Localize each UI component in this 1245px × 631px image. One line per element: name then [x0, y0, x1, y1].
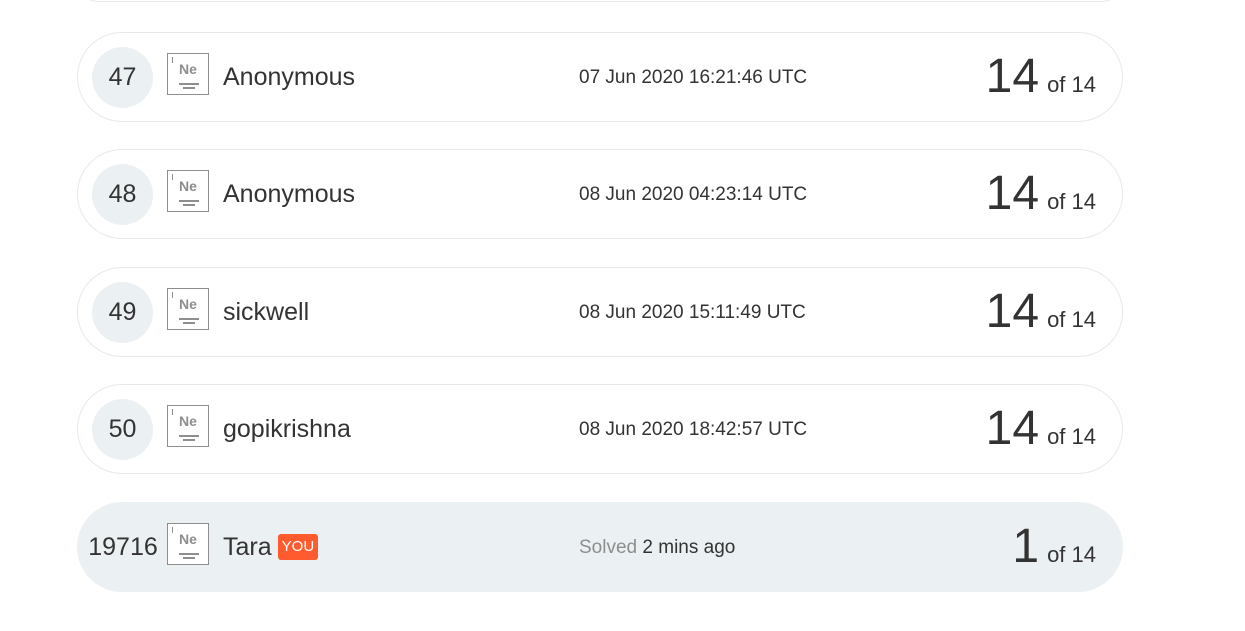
solve-timestamp: 08 Jun 2020 18:42:57 UTC — [579, 419, 808, 440]
element-badge-icon: Ne — [167, 405, 209, 447]
solve-timestamp: 07 Jun 2020 16:21:46 UTC — [579, 67, 808, 88]
solved-time: 2 mins ago — [642, 537, 736, 558]
score: 14 of 14 — [986, 164, 1096, 232]
rank-number: 48 — [92, 164, 153, 225]
score-value: 14 — [985, 167, 1040, 220]
player-name[interactable]: Anonymous — [223, 61, 355, 93]
element-badge-icon: Ne — [167, 523, 209, 565]
leaderboard: 47 Ne Anonymous 07 Jun 2020 16:21:46 UTC… — [0, 0, 1245, 631]
score: 14 of 14 — [986, 399, 1096, 467]
leaderboard-row[interactable]: 50 Ne gopikrishna 08 Jun 2020 18:42:57 U… — [77, 384, 1123, 474]
my-leaderboard-row[interactable]: 19716 Ne Tara YOU Solved 2 mins ago 1 of… — [77, 502, 1123, 592]
element-badge-icon: Ne — [167, 288, 209, 330]
player-name[interactable]: Anonymous — [223, 178, 355, 210]
score-total: of 14 — [1047, 424, 1096, 449]
solved-status: Solved 2 mins ago — [579, 536, 735, 560]
score-total: of 14 — [1047, 307, 1096, 332]
score-value: 14 — [985, 50, 1040, 103]
element-badge-icon: Ne — [167, 170, 209, 212]
score-value: 14 — [985, 285, 1040, 338]
you-badge: YOU — [277, 534, 319, 560]
score: 14 of 14 — [986, 282, 1096, 350]
player-name[interactable]: gopikrishna — [223, 413, 351, 445]
leaderboard-row[interactable]: 49 Ne sickwell 08 Jun 2020 15:11:49 UTC … — [77, 267, 1123, 357]
score-value: 14 — [985, 402, 1040, 455]
score: 14 of 14 — [986, 47, 1096, 115]
leaderboard-row[interactable]: 47 Ne Anonymous 07 Jun 2020 16:21:46 UTC… — [77, 32, 1123, 122]
solve-timestamp: 08 Jun 2020 04:23:14 UTC — [579, 184, 808, 205]
score-value: 1 — [1012, 520, 1040, 573]
my-rank-number: 19716 — [88, 533, 158, 561]
player-name[interactable]: sickwell — [223, 296, 309, 328]
rank-number: 50 — [92, 399, 153, 460]
score-total: of 14 — [1047, 542, 1096, 567]
my-score: 1 of 14 — [1012, 517, 1096, 585]
score-total: of 14 — [1047, 189, 1096, 214]
solved-label: Solved — [579, 537, 638, 558]
score-total: of 14 — [1047, 72, 1096, 97]
element-badge-icon: Ne — [167, 53, 209, 95]
previous-row-edge — [78, 0, 1122, 2]
my-player-name[interactable]: Tara YOU — [223, 531, 319, 563]
rank-number: 47 — [92, 47, 153, 108]
solve-timestamp: 08 Jun 2020 15:11:49 UTC — [579, 302, 806, 323]
leaderboard-row[interactable]: 48 Ne Anonymous 08 Jun 2020 04:23:14 UTC… — [77, 149, 1123, 239]
rank-number: 49 — [92, 282, 153, 343]
